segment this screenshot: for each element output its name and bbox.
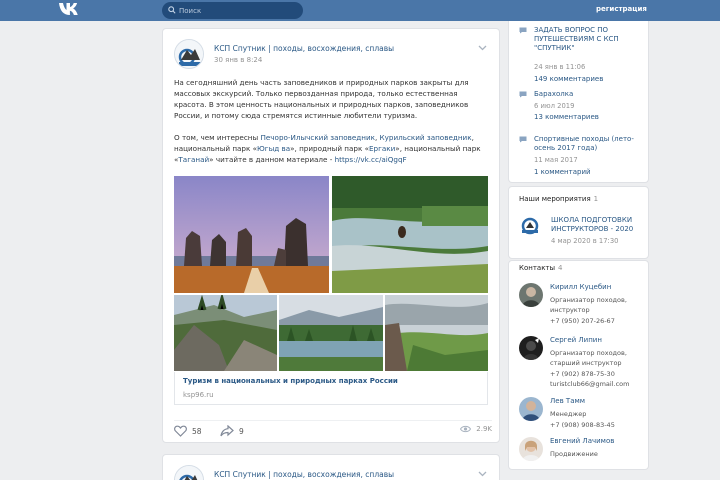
discussion-date: 11 мая 2017	[534, 156, 578, 164]
post-actions: 58 9 2.9K	[174, 420, 492, 437]
events-heading[interactable]: Наши мероприятия 1	[519, 195, 598, 203]
avatar[interactable]	[519, 397, 543, 421]
contact-phone: +7 (950) 207-26-67	[550, 317, 615, 325]
discussion-title[interactable]: Спортивные походы (лето-осень 2017 года)	[534, 135, 644, 153]
link-preview[interactable]: Туризм в национальных и природных парках…	[174, 372, 488, 405]
contacts-block: Контакты 4 Кирилл Куцебин Организатор пох…	[508, 260, 649, 470]
event-date: 4 мар 2020 в 17:30	[551, 237, 619, 245]
text-link[interactable]: Югыд ва	[257, 144, 290, 153]
register-link[interactable]: регистрация	[596, 5, 647, 13]
chevron-down-icon[interactable]	[478, 471, 487, 477]
search-icon	[168, 6, 176, 14]
post-paragraph: На сегодняшний день часть заповедников и…	[174, 78, 469, 120]
post-photo[interactable]	[174, 295, 277, 371]
contact-role: Менеджер	[550, 410, 587, 418]
contact-name[interactable]: Евгений Лачимов	[550, 437, 614, 445]
contact-name[interactable]: Кирилл Куцебин	[550, 283, 611, 291]
heart-icon	[174, 425, 187, 437]
contact-phone: +7 (908) 908-83-45	[550, 421, 615, 429]
event-logo[interactable]	[519, 215, 541, 237]
views-counter: 2.9K	[460, 425, 492, 433]
text-link[interactable]: Ергаки	[369, 144, 395, 153]
contact-role: Продвижение	[550, 450, 598, 458]
share-icon	[220, 425, 234, 437]
eye-icon	[460, 425, 472, 433]
avatar[interactable]	[519, 437, 543, 461]
post-photo[interactable]	[385, 295, 488, 371]
like-button[interactable]: 58	[174, 425, 202, 437]
views-count: 2.9K	[476, 425, 492, 433]
post-paragraph: О том, чем интересны Печоро-Илычский зап…	[174, 133, 481, 164]
link-preview-title[interactable]: Туризм в национальных и природных парках…	[183, 377, 398, 385]
contact-name[interactable]: Сергей Липин	[550, 336, 602, 344]
contact-role: Организатор походов, старший инструктор	[550, 349, 627, 367]
link-preview-host: ksp96.ru	[183, 391, 214, 399]
discussion-title[interactable]: Барахолка	[534, 90, 644, 99]
discussion-comments[interactable]: 149 комментариев	[534, 75, 603, 83]
post-author-link[interactable]: КСП Спутник | походы, восхождения, сплав…	[214, 470, 394, 479]
text-link[interactable]: Таганай	[178, 155, 209, 164]
wall-post: КСП Спутник | походы, восхождения, сплав…	[162, 28, 500, 443]
url-link[interactable]: https://vk.cc/aiQgqF	[335, 155, 407, 164]
text-link[interactable]: Печоро-Илычский заповедник	[260, 133, 375, 142]
like-count: 58	[192, 426, 202, 436]
contact-role: Организатор походов, инструктор	[550, 296, 627, 314]
avatar[interactable]	[519, 336, 543, 360]
share-count: 9	[239, 426, 244, 436]
search-input[interactable]	[179, 4, 297, 17]
search-box[interactable]	[162, 2, 303, 19]
discussion-comments[interactable]: 13 комментариев	[534, 113, 599, 121]
discussion-comments[interactable]: 1 комментарий	[534, 168, 591, 176]
chevron-down-icon[interactable]	[478, 45, 487, 51]
chat-icon	[519, 91, 527, 98]
top-bar: регистрация	[0, 0, 720, 21]
discussion-date: 24 янв в 11:06	[534, 63, 586, 71]
text-link[interactable]: Курильский заповедник	[380, 133, 472, 142]
group-avatar[interactable]	[174, 465, 204, 480]
discussion-date: 6 июл 2019	[534, 102, 575, 110]
chat-icon	[519, 27, 527, 34]
contact-name[interactable]: Лев Тамм	[550, 397, 585, 405]
contact-email: turistclub66@gmail.com	[550, 380, 630, 388]
contact-phone: +7 (902) 878-75-30	[550, 370, 615, 378]
post-photo[interactable]	[332, 176, 488, 293]
wall-post: КСП Спутник | походы, восхождения, сплав…	[162, 454, 500, 480]
post-author-link[interactable]: КСП Спутник | походы, восхождения, сплав…	[214, 44, 394, 53]
discussions-block: ЗАДАТЬ ВОПРОС ПО ПУТЕШЕСТВИЯМ С КСП "СПУ…	[508, 21, 649, 183]
vk-logo-icon[interactable]	[58, 2, 84, 18]
event-title[interactable]: ШКОЛА ПОДГОТОВКИ ИНСТРУКТОРОВ - 2020	[551, 216, 643, 234]
avatar[interactable]	[519, 283, 543, 307]
share-button[interactable]: 9	[220, 425, 244, 437]
post-text: На сегодняшний день часть заповедников и…	[174, 77, 492, 176]
group-avatar[interactable]	[174, 39, 204, 69]
post-date[interactable]: 30 янв в 8:24	[214, 56, 262, 64]
discussion-title[interactable]: ЗАДАТЬ ВОПРОС ПО ПУТЕШЕСТВИЯМ С КСП "СПУ…	[534, 26, 644, 53]
post-photo[interactable]	[174, 176, 329, 293]
chat-icon	[519, 136, 527, 143]
events-block: Наши мероприятия 1 ШКОЛА ПОДГОТОВКИ ИНСТР…	[508, 186, 649, 259]
post-photo[interactable]	[279, 295, 383, 371]
contacts-heading[interactable]: Контакты 4	[519, 264, 563, 272]
